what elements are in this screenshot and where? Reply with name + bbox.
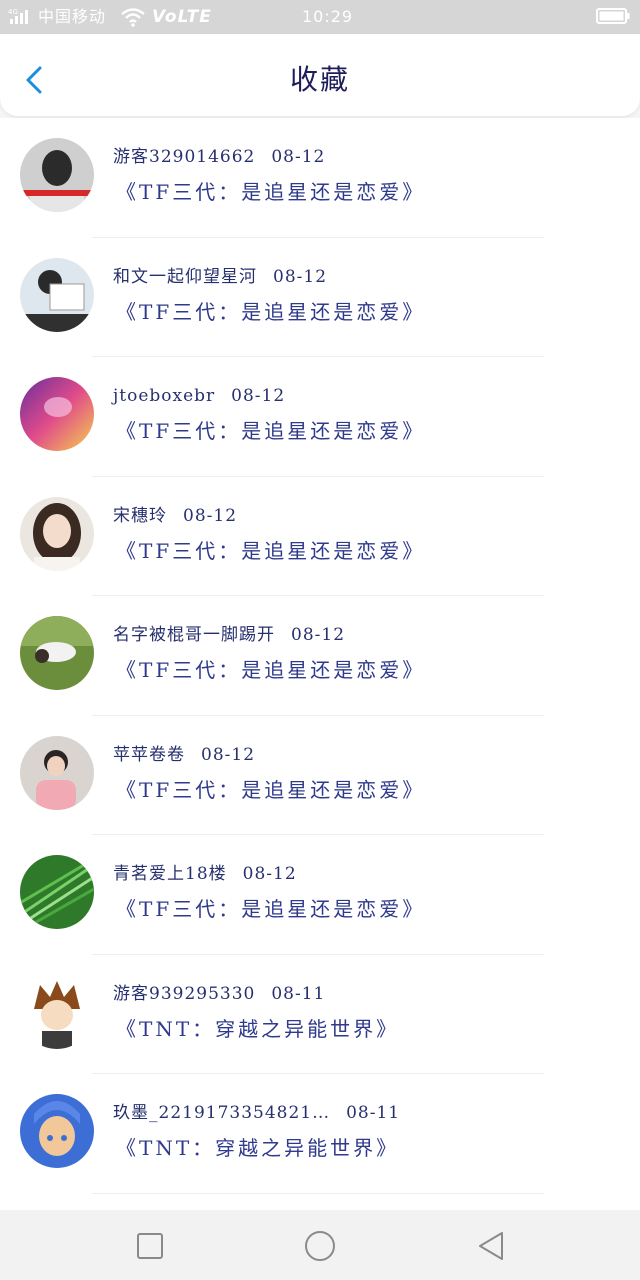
favorite-item[interactable]: 和文一起仰望星河 08-12 《TF三代：是追星还是恋爱》	[0, 238, 640, 357]
avatar	[20, 1094, 94, 1168]
author-name: 青茗爱上18楼	[113, 864, 227, 884]
app-header: 收藏	[0, 34, 640, 116]
favorites-list: 游客329014662 08-12 《TF三代：是追星还是恋爱》 和文一起仰望星河…	[0, 118, 640, 1210]
book-title: 《TF三代：是追星还是恋爱》	[116, 777, 426, 802]
saved-date: 08-11	[271, 983, 326, 1004]
square-icon	[137, 1233, 163, 1259]
saved-date: 08-12	[271, 147, 326, 167]
avatar	[20, 496, 94, 571]
favorite-item[interactable]: 名字被棍哥一脚踢开 08-12 《TF三代：是追星还是恋爱》	[0, 596, 640, 716]
avatar	[20, 377, 94, 451]
system-back-button[interactable]	[474, 1228, 510, 1264]
wifi-icon	[121, 8, 145, 27]
status-bar: 4G 中国移动 VoLTE 10:29	[0, 0, 640, 34]
author-name: 宋穗玲	[113, 505, 167, 526]
avatar	[20, 974, 94, 1049]
favorite-item[interactable]: jtoeboxebr 08-12 《TF三代：是追星还是恋爱》	[0, 357, 640, 477]
saved-date: 08-12	[242, 864, 297, 884]
carrier-name: 中国移动	[38, 7, 107, 26]
saved-date: 08-12	[231, 386, 286, 406]
network-type: 4G	[8, 8, 18, 16]
page-title: 收藏	[289, 63, 350, 96]
author-name: jtoeboxebr	[113, 386, 216, 406]
author-name: 玖墨_2219173354821…	[113, 1103, 331, 1123]
recents-button[interactable]	[132, 1228, 168, 1264]
favorite-item[interactable]: 青茗爱上18楼 08-12 《TF三代：是追星还是恋爱》	[0, 835, 640, 955]
book-title: 《TF三代：是追星还是恋爱》	[116, 658, 426, 682]
saved-date: 08-12	[291, 625, 346, 645]
system-nav-bar	[0, 1210, 640, 1280]
favorite-item[interactable]: 游客329014662 08-12 《TF三代：是追星还是恋爱》	[0, 118, 640, 238]
battery-icon	[596, 8, 630, 24]
saved-date: 08-12	[273, 266, 328, 287]
book-title: 《TF三代：是追星还是恋爱》	[116, 419, 426, 443]
favorite-item[interactable]: 玖墨_2219173354821… 08-11 《TNT：穿越之异能世界》	[0, 1074, 640, 1194]
home-button[interactable]	[302, 1228, 338, 1264]
circle-icon	[305, 1231, 335, 1261]
avatar	[20, 735, 94, 810]
favorite-item[interactable]: 游客939295330 08-11 《TNT：穿越之异能世界》	[0, 955, 640, 1074]
saved-date: 08-11	[346, 1103, 401, 1123]
book-title: 《TNT：穿越之异能世界》	[116, 1016, 400, 1041]
saved-date: 08-12	[201, 744, 256, 765]
avatar	[20, 138, 94, 212]
book-title: 《TF三代：是追星还是恋爱》	[116, 299, 426, 324]
author-name: 苹苹卷卷	[113, 744, 185, 765]
signal-icon: 4G	[8, 8, 28, 24]
favorite-item[interactable]: 苹苹卷卷 08-12 《TF三代：是追星还是恋爱》	[0, 716, 640, 835]
favorite-item[interactable]: 宋穗玲 08-12 《TF三代：是追星还是恋爱》	[0, 477, 640, 596]
volte-indicator: VoLTE	[152, 7, 212, 27]
book-title: 《TF三代：是追星还是恋爱》	[116, 897, 426, 921]
book-title: 《TNT：穿越之异能世界》	[116, 1136, 400, 1160]
author-name: 名字被棍哥一脚踢开	[113, 625, 275, 645]
triangle-left-icon	[479, 1232, 503, 1260]
author-name: 游客939295330	[113, 983, 256, 1004]
saved-date: 08-12	[183, 505, 238, 526]
avatar	[20, 855, 94, 929]
book-title: 《TF三代：是追星还是恋爱》	[116, 538, 426, 563]
book-title: 《TF三代：是追星还是恋爱》	[116, 180, 426, 204]
author-name: 游客329014662	[113, 147, 256, 167]
divider	[92, 1192, 544, 1194]
author-name: 和文一起仰望星河	[113, 266, 257, 287]
avatar	[20, 616, 94, 690]
clock: 10:29	[302, 7, 354, 26]
avatar	[20, 257, 94, 332]
